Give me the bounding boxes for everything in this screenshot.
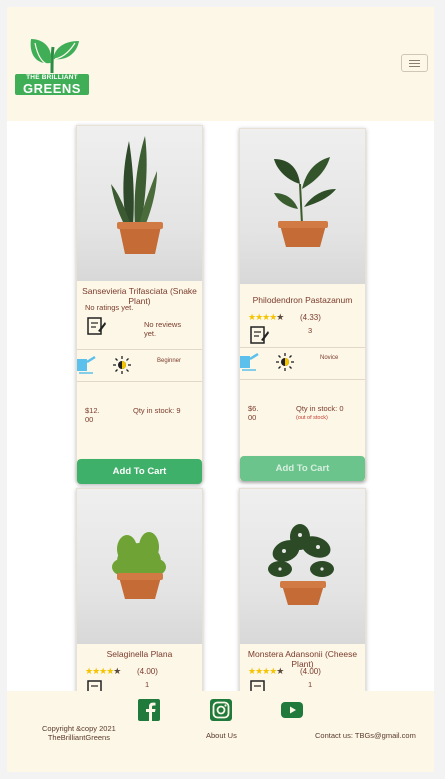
product-card: Philodendron Pastazanum ★★★★★ (4.33) 3 N… [239, 128, 366, 481]
product-image[interactable] [240, 489, 365, 644]
reviews-count: 1 [308, 680, 313, 689]
leaves-logo-icon [30, 39, 79, 74]
review-icon [250, 326, 269, 344]
footer: Copyright &copy 2021 TheBrilliantGreens … [7, 691, 434, 772]
sun-icon [276, 353, 294, 371]
facebook-icon[interactable] [138, 699, 160, 721]
product-card: Monstera Adansonii (Cheese Plant) ★★★★★ … [239, 488, 366, 698]
watering-can-icon [77, 355, 96, 374]
product-name[interactable]: Philodendron Pastazanum [240, 295, 365, 305]
divider [240, 347, 365, 348]
rating-value: (4.00) [137, 667, 158, 676]
brand-line2: GREENS [23, 80, 81, 96]
monstera-image [268, 524, 334, 605]
about-us-link[interactable]: About Us [206, 731, 237, 740]
qty-in-stock: Qty in stock: 0 [296, 404, 344, 413]
philodendron-image [274, 157, 336, 247]
product-card: Selaginella Plana ★★★★★ (4.00) 1 [76, 488, 203, 698]
rating-value: (4.00) [300, 667, 321, 676]
menu-toggle-button[interactable] [401, 54, 428, 72]
star-rating: ★★★★★ [85, 666, 121, 676]
watering-can-icon [240, 352, 259, 371]
snake-plant-image [111, 136, 163, 254]
star-rating: ★★★★★ [248, 666, 284, 676]
youtube-icon[interactable] [281, 702, 303, 718]
reviews-text: No reviews yet. [144, 320, 182, 338]
product-image[interactable] [77, 126, 202, 281]
header: THE BRILLIANT GREENS [7, 7, 434, 121]
product-image[interactable] [77, 489, 202, 644]
product-image[interactable] [240, 129, 365, 284]
copyright: Copyright &copy 2021 TheBrilliantGreens [42, 724, 116, 742]
price: $12.00 [85, 406, 100, 424]
add-to-cart-button[interactable]: Add To Cart [240, 456, 365, 481]
qty-in-stock: Qty in stock: 9 [133, 406, 181, 415]
hamburger-icon-bar [409, 63, 420, 64]
divider [77, 349, 202, 350]
review-icon [87, 317, 106, 335]
selaginella-image [112, 532, 166, 599]
out-of-stock-note: (out of stock) [296, 415, 328, 421]
divider [240, 379, 365, 380]
copyright-owner: TheBrilliantGreens [47, 733, 110, 742]
page: THE BRILLIANT GREENS Sansevieria Trifasc… [7, 7, 434, 772]
divider [77, 381, 202, 382]
care-level: Novice [320, 355, 339, 361]
product-name[interactable]: Selaginella Plana [77, 649, 202, 659]
sun-icon [113, 356, 131, 374]
rating-value: (4.33) [300, 313, 321, 322]
brand-logo[interactable]: THE BRILLIANT GREENS [15, 33, 89, 95]
product-card: Sansevieria Trifasciata (Snake Plant) No… [76, 125, 203, 484]
care-level: Beginner [157, 358, 182, 364]
reviews-count: 1 [145, 680, 150, 689]
hamburger-icon-bar [409, 66, 420, 67]
rating-text: No ratings yet. [85, 303, 134, 312]
contact-email[interactable]: Contact us: TBGs@gmail.com [315, 731, 416, 740]
price: $6.00 [248, 404, 259, 422]
star-rating: ★★★★★ [248, 312, 284, 322]
hamburger-icon [409, 60, 420, 61]
reviews-count: 3 [308, 326, 313, 335]
add-to-cart-button[interactable]: Add To Cart [77, 459, 202, 484]
copyright-text: Copyright &copy 2021 [42, 724, 116, 733]
brand-wordmark: THE BRILLIANT GREENS [15, 74, 89, 95]
instagram-icon[interactable] [210, 699, 232, 721]
